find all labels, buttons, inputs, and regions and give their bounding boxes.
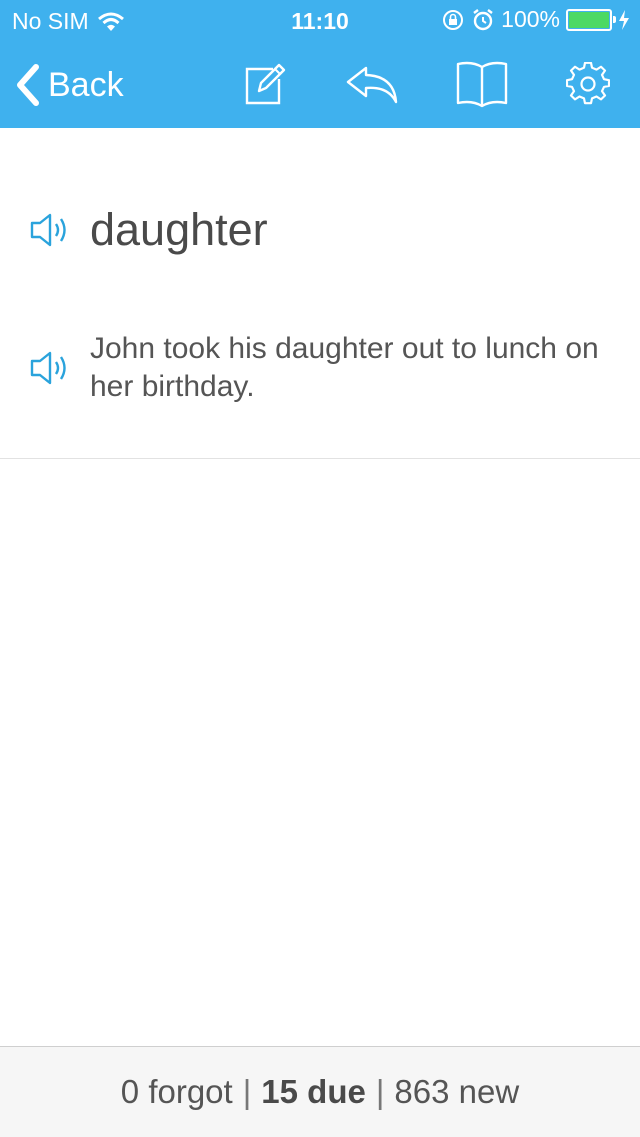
dictionary-button[interactable] [454, 56, 510, 112]
battery-percent: 100% [501, 6, 560, 32]
word-text: daughter [90, 204, 268, 255]
new-count: 863 new [394, 1073, 520, 1110]
back-button[interactable]: Back [14, 60, 124, 110]
separator: | [242, 1073, 252, 1110]
battery-level-fill [569, 11, 609, 28]
speaker-icon[interactable] [28, 210, 74, 250]
speaker-icon[interactable] [28, 348, 74, 388]
review-status-footer: 0 forgot | 15 due | 863 new [0, 1046, 640, 1137]
settings-gear-icon [566, 62, 610, 105]
reply-button[interactable] [344, 56, 400, 112]
charging-icon [619, 9, 629, 30]
sentence-row: John took his daughter out to lunch on h… [28, 330, 618, 406]
top-bar: No SIM 11:10 100% Back [0, 0, 640, 128]
alarm-icon [473, 8, 493, 30]
word-row: daughter [28, 204, 618, 256]
settings-button[interactable] [560, 56, 616, 112]
status-right: 100% [441, 6, 630, 33]
example-sentence: John took his daughter out to lunch on h… [90, 332, 599, 403]
chevron-left-icon [17, 64, 39, 106]
book-icon [456, 61, 508, 108]
battery-nub [613, 15, 616, 23]
edit-icon [245, 63, 286, 105]
divider [0, 458, 640, 459]
edit-button[interactable] [236, 56, 292, 112]
battery-icon [566, 8, 616, 31]
separator: | [375, 1073, 385, 1110]
due-count: 15 due [261, 1073, 366, 1110]
reply-icon [346, 66, 398, 104]
status-bar: No SIM 11:10 100% [0, 0, 640, 40]
forgot-count: 0 forgot [120, 1073, 233, 1110]
rotation-lock-icon [443, 9, 464, 30]
back-button-label: Back [48, 65, 124, 104]
